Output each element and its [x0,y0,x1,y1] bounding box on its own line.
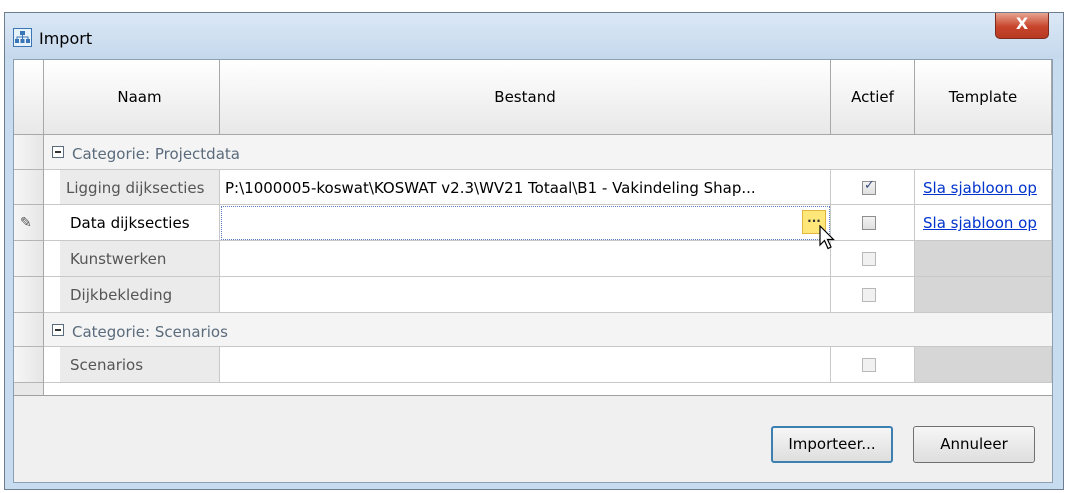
import-button[interactable]: Importeer... [771,426,893,463]
active-checkbox-disabled [862,288,876,302]
row-name-kunstwerken: Kunstwerken [60,241,220,277]
category-label: Categorie: Scenarios [72,323,228,341]
column-header-template[interactable]: Template [915,60,1052,135]
collapse-icon[interactable] [52,146,64,158]
import-app-icon [13,28,32,47]
collapse-icon[interactable] [52,324,64,336]
file-field-dijkbekleding[interactable] [220,277,831,313]
import-grid: Naam Bestand Actief Template Categorie: … [14,60,1052,396]
save-template-link[interactable]: Sla sjabloon op [923,214,1037,232]
cancel-button[interactable]: Annuleer [913,426,1035,463]
active-cell [831,170,915,205]
row-indent [44,205,60,241]
save-template-link[interactable]: Sla sjabloon op [923,179,1037,197]
file-field-data-dijksecties[interactable]: ... [220,205,831,241]
row-header[interactable] [14,241,44,277]
template-cell-disabled [915,241,1052,277]
row-header[interactable] [14,277,44,313]
category-row-scenarios[interactable]: Categorie: Scenarios [44,313,1052,347]
row-indent [44,241,60,277]
template-cell-disabled [915,347,1052,383]
row-name-scenarios: Scenarios [60,347,220,383]
row-header[interactable] [14,347,44,383]
column-header-naam[interactable]: Naam [60,60,220,135]
mouse-cursor-icon [819,225,835,250]
close-icon: X [1015,14,1029,33]
file-field-scenarios[interactable] [220,347,831,383]
row-header[interactable] [14,135,44,170]
dialog-client-area: Naam Bestand Actief Template Categorie: … [13,59,1053,483]
row-name-dijkbekleding: Dijkbekleding [60,277,220,313]
row-name-ligging-dijksecties: Ligging dijksecties [60,170,220,205]
category-label: Categorie: Projectdata [72,145,240,163]
active-cell [831,347,915,383]
active-checkbox[interactable] [862,178,876,195]
template-cell-disabled [915,277,1052,313]
column-header-actief[interactable]: Actief [831,60,915,135]
close-button[interactable]: X [995,13,1049,39]
title-bar: Import X [5,13,1063,59]
template-cell: Sla sjabloon op [915,205,1052,241]
corner-header [14,60,44,135]
active-checkbox-disabled [862,358,876,372]
row-indent [44,277,60,313]
import-dialog: Import X Naam Bestand Actief Template Ca… [4,12,1064,490]
active-cell [831,277,915,313]
row-header-current[interactable]: ✎ [14,205,44,241]
row-indent [44,170,60,205]
row-header[interactable] [14,170,44,205]
file-field-ligging-dijksecties[interactable]: P:\1000005-koswat\KOSWAT v2.3\WV21 Totaa… [220,170,831,205]
indent-header [44,60,60,135]
edit-pencil-icon: ✎ [20,215,32,231]
active-checkbox-disabled [862,252,876,266]
active-cell [831,205,915,241]
row-name-data-dijksecties: Data dijksecties [60,205,220,241]
row-header-filler [14,383,44,395]
window-title: Import [39,29,93,48]
file-field-kunstwerken[interactable] [220,241,831,277]
row-indent [44,347,60,383]
active-checkbox[interactable] [862,216,876,230]
category-row-projectdata[interactable]: Categorie: Projectdata [44,135,1052,170]
row-header[interactable] [14,313,44,347]
template-cell: Sla sjabloon op [915,170,1052,205]
column-header-bestand[interactable]: Bestand [220,60,831,135]
active-cell [831,241,915,277]
